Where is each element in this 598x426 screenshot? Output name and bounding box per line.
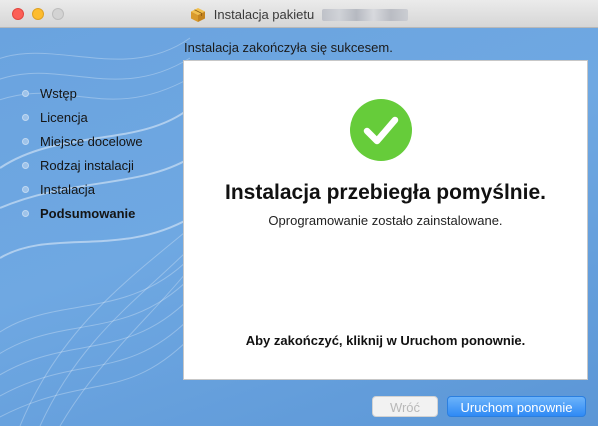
window-title: Instalacja pakietu <box>0 5 598 24</box>
package-icon <box>191 7 206 22</box>
success-subtitle: Oprogramowanie zostało zainstalowane. <box>268 213 503 228</box>
back-button[interactable]: Wróć <box>372 396 438 417</box>
step-label: Podsumowanie <box>40 206 136 221</box>
step-bullet-icon <box>22 210 29 217</box>
finish-instruction: Aby zakończyć, kliknij w Uruchom ponowni… <box>245 333 526 348</box>
step-bullet-icon <box>22 114 29 121</box>
step-destination: Miejsce docelowe <box>22 133 143 157</box>
title-bar: Instalacja pakietu <box>0 0 598 28</box>
installer-steps-list: Wstęp Licencja Miejsce docelowe Rodzaj i… <box>22 85 143 229</box>
success-check-icon <box>350 99 412 161</box>
step-bullet-icon <box>22 162 29 169</box>
step-label: Instalacja <box>40 182 95 197</box>
success-heading: Instalacja przebiegła pomyślnie. <box>225 181 546 204</box>
status-text: Instalacja zakończyła się sukcesem. <box>184 40 393 55</box>
step-installation-type: Rodzaj instalacji <box>22 157 143 181</box>
installer-window: Instalacja pakietu Wstęp Licencja Miejsc… <box>0 0 598 426</box>
step-summary: Podsumowanie <box>22 205 143 229</box>
window-title-text: Instalacja pakietu <box>213 6 315 22</box>
step-license: Licencja <box>22 109 143 133</box>
step-bullet-icon <box>22 138 29 145</box>
step-label: Miejsce docelowe <box>40 134 143 149</box>
step-bullet-icon <box>22 186 29 193</box>
step-installation: Instalacja <box>22 181 143 205</box>
step-bullet-icon <box>22 90 29 97</box>
checkmark-icon <box>363 116 399 145</box>
summary-panel: Instalacja przebiegła pomyślnie. Oprogra… <box>183 60 588 380</box>
step-label: Rodzaj instalacji <box>40 158 134 173</box>
restart-button[interactable]: Uruchom ponownie <box>447 396 586 417</box>
step-label: Licencja <box>40 110 88 125</box>
step-intro: Wstęp <box>22 85 143 109</box>
obscured-package-name <box>321 8 408 21</box>
step-label: Wstęp <box>40 86 77 101</box>
